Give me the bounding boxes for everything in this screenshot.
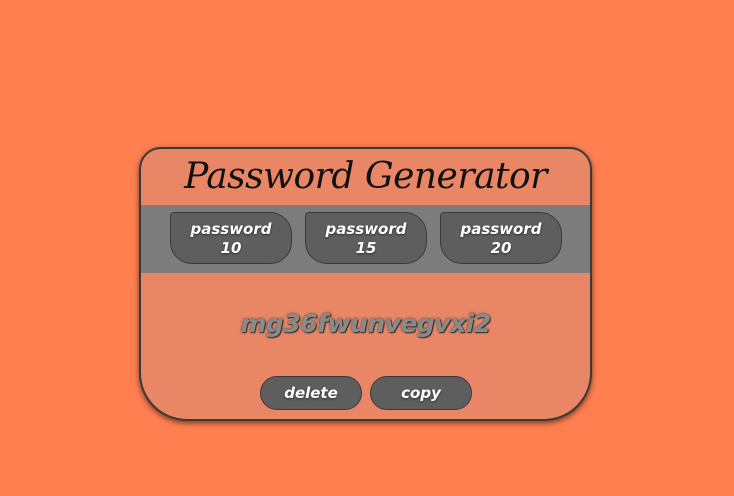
password-15-label: password — [325, 220, 407, 238]
password-20-length: 20 — [490, 239, 512, 257]
password-10-length: 10 — [220, 239, 242, 257]
password-generator-card: Password Generator password 10 password … — [139, 147, 592, 421]
password-15-length: 15 — [355, 239, 377, 257]
password-10-button[interactable]: password 10 — [170, 212, 292, 264]
password-20-label: password — [460, 220, 542, 238]
password-15-button[interactable]: password 15 — [305, 212, 427, 264]
app-title: Password Generator — [184, 156, 547, 197]
delete-button[interactable]: delete — [260, 376, 362, 410]
copy-button[interactable]: copy — [370, 376, 472, 410]
generated-password-display: mg36fwunvegvxi2 — [240, 309, 491, 338]
generator-button-bar: password 10 password 15 password 20 — [141, 205, 590, 273]
password-10-label: password — [190, 220, 272, 238]
password-20-button[interactable]: password 20 — [440, 212, 562, 264]
